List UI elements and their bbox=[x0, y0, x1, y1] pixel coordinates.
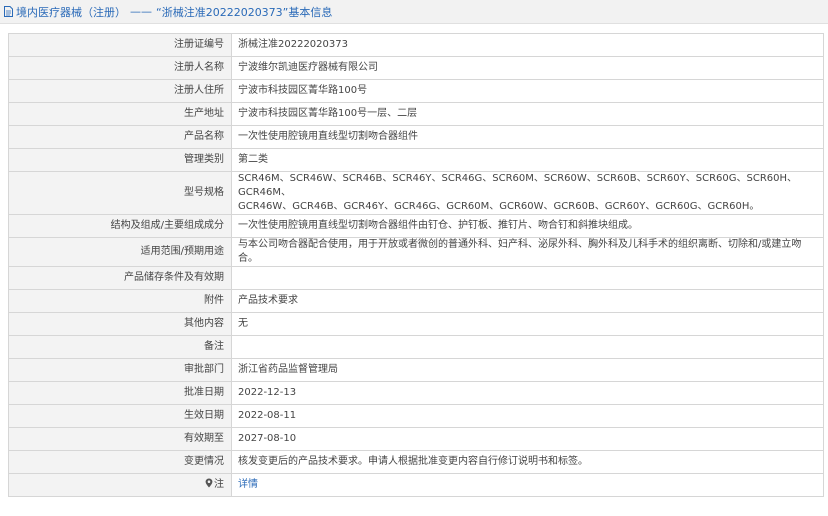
table-row: 其他内容 无 bbox=[8, 312, 824, 336]
row-label: 变更情况 bbox=[8, 450, 232, 474]
table-row: 型号规格 SCR46M、SCR46W、SCR46B、SCR46Y、SCR46G、… bbox=[8, 171, 824, 215]
row-value: 详情 bbox=[231, 473, 824, 497]
row-value: 浙械注准20222020373 bbox=[231, 33, 824, 57]
table-row: 注 详情 bbox=[8, 473, 824, 497]
row-value: 一次性使用腔镜用直线型切割吻合器组件 bbox=[231, 125, 824, 149]
table-row: 注册人名称 宁波维尔凯迪医疗器械有限公司 bbox=[8, 56, 824, 80]
row-value: 宁波维尔凯迪医疗器械有限公司 bbox=[231, 56, 824, 80]
row-label: 注册证编号 bbox=[8, 33, 232, 57]
location-pin-icon bbox=[205, 478, 213, 488]
table-row: 有效期至 2027-08-10 bbox=[8, 427, 824, 451]
table-row: 注册人住所 宁波市科技园区菁华路100号 bbox=[8, 79, 824, 103]
row-label: 其他内容 bbox=[8, 312, 232, 336]
row-label: 注册人住所 bbox=[8, 79, 232, 103]
table-row: 审批部门 浙江省药品监督管理局 bbox=[8, 358, 824, 382]
row-label: 生产地址 bbox=[8, 102, 232, 126]
row-label: 适用范围/预期用途 bbox=[8, 237, 232, 267]
table-row: 附件 产品技术要求 bbox=[8, 289, 824, 313]
row-label: 注册人名称 bbox=[8, 56, 232, 80]
row-label: 管理类别 bbox=[8, 148, 232, 172]
row-label: 结构及组成/主要组成成分 bbox=[8, 214, 232, 238]
table-row: 生产地址 宁波市科技园区菁华路100号一层、二层 bbox=[8, 102, 824, 126]
row-value bbox=[231, 266, 824, 290]
page-header: 境内医疗器械（注册） —— “浙械注准20222020373”基本信息 bbox=[0, 0, 828, 24]
table-row: 产品储存条件及有效期 bbox=[8, 266, 824, 290]
row-value: 第二类 bbox=[231, 148, 824, 172]
header-title: “浙械注准20222020373”基本信息 bbox=[156, 5, 333, 19]
model-spec-line-2: GCR46W、GCR46B、GCR46Y、GCR46G、GCR60M、GCR60… bbox=[238, 201, 760, 212]
model-spec-line-1: SCR46M、SCR46W、SCR46B、SCR46Y、SCR46G、SCR60… bbox=[238, 173, 798, 198]
row-value: 2022-08-11 bbox=[231, 404, 824, 428]
row-value: 2022-12-13 bbox=[231, 381, 824, 405]
table-row: 管理类别 第二类 bbox=[8, 148, 824, 172]
details-link[interactable]: 详情 bbox=[238, 479, 258, 490]
row-label: 审批部门 bbox=[8, 358, 232, 382]
table-row: 结构及组成/主要组成成分 一次性使用腔镜用直线型切割吻合器组件由钉仓、护钉板、推… bbox=[8, 214, 824, 238]
table-row: 产品名称 一次性使用腔镜用直线型切割吻合器组件 bbox=[8, 125, 824, 149]
row-value bbox=[231, 335, 824, 359]
row-value: 宁波市科技园区菁华路100号一层、二层 bbox=[231, 102, 824, 126]
row-value: 2027-08-10 bbox=[231, 427, 824, 451]
row-value-model-spec: SCR46M、SCR46W、SCR46B、SCR46Y、SCR46G、SCR60… bbox=[231, 171, 824, 215]
row-value: 无 bbox=[231, 312, 824, 336]
note-label-cell: 注 bbox=[8, 473, 232, 497]
table-row: 变更情况 核发变更后的产品技术要求。申请人根据批准变更内容自行修订说明书和标签。 bbox=[8, 450, 824, 474]
note-label: 注 bbox=[214, 479, 224, 490]
document-icon bbox=[4, 6, 13, 17]
header-separator: —— bbox=[130, 5, 152, 18]
row-label: 批准日期 bbox=[8, 381, 232, 405]
row-label: 有效期至 bbox=[8, 427, 232, 451]
table-row: 备注 bbox=[8, 335, 824, 359]
info-table: 注册证编号 浙械注准20222020373 注册人名称 宁波维尔凯迪医疗器械有限… bbox=[8, 33, 824, 497]
row-label: 备注 bbox=[8, 335, 232, 359]
row-label: 产品储存条件及有效期 bbox=[8, 266, 232, 290]
row-value: 与本公司吻合器配合使用，用于开放或者微创的普通外科、妇产科、泌尿外科、胸外科及儿… bbox=[231, 237, 824, 267]
row-value: 产品技术要求 bbox=[231, 289, 824, 313]
row-value: 宁波市科技园区菁华路100号 bbox=[231, 79, 824, 103]
row-value: 浙江省药品监督管理局 bbox=[231, 358, 824, 382]
header-category: 境内医疗器械（注册） bbox=[16, 5, 126, 19]
row-label: 附件 bbox=[8, 289, 232, 313]
row-label: 生效日期 bbox=[8, 404, 232, 428]
table-row: 生效日期 2022-08-11 bbox=[8, 404, 824, 428]
table-row: 适用范围/预期用途 与本公司吻合器配合使用，用于开放或者微创的普通外科、妇产科、… bbox=[8, 237, 824, 267]
row-value: 一次性使用腔镜用直线型切割吻合器组件由钉仓、护钉板、推钉片、吻合钉和斜推块组成。 bbox=[231, 214, 824, 238]
row-label: 型号规格 bbox=[8, 171, 232, 215]
row-value: 核发变更后的产品技术要求。申请人根据批准变更内容自行修订说明书和标签。 bbox=[231, 450, 824, 474]
row-label: 产品名称 bbox=[8, 125, 232, 149]
table-row: 批准日期 2022-12-13 bbox=[8, 381, 824, 405]
table-row: 注册证编号 浙械注准20222020373 bbox=[8, 33, 824, 57]
